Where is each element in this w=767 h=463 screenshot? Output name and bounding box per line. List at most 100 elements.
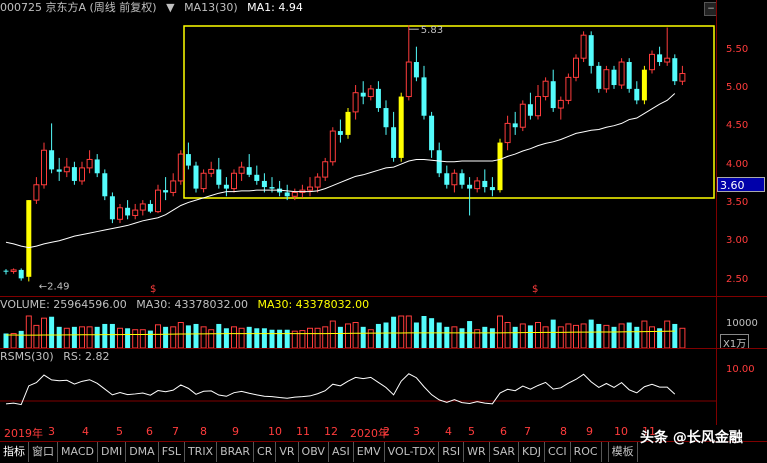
dividend-marker: $ [150,284,156,295]
candle-body [672,58,678,82]
volume-bar [79,326,85,348]
candle-body [223,184,229,189]
volume-bar [649,326,655,348]
candle-body [664,57,671,63]
indicator-tab[interactable]: SAR [490,442,520,462]
indicator-tab[interactable]: TRIX [185,442,218,462]
candle-body [238,166,245,174]
indicator-tab[interactable]: 模板 [609,442,638,462]
ma-line [5,93,676,249]
volume-bar [223,328,229,348]
indicator-tab[interactable]: EMV [354,442,385,462]
time-axis-label: 5 [116,425,123,438]
candle-body [588,35,594,66]
volume-bar [527,325,533,348]
volume-bar [512,326,518,348]
time-axis-label: 9 [586,425,593,438]
volume-bar [155,324,161,348]
volume-bar [269,329,275,348]
indicator-tab[interactable]: DMI [98,442,127,462]
candle-body [550,81,556,109]
volume-bar [25,315,32,348]
indicator-tab[interactable]: OBV [299,442,329,462]
volume-bar [565,323,572,348]
rsms-label: RSMS(30) [0,350,54,363]
indicator-tab[interactable]: ASI [329,442,354,462]
volume-bar [451,326,458,348]
stock-title[interactable]: 000725 京东方A (周线 前复权) [0,1,157,14]
volume-ma30-label-2: MA30: 43378032.00 [257,298,370,311]
indicator-tab[interactable]: FSL [159,442,185,462]
indicator-tab[interactable] [602,442,609,462]
candle-body [519,103,526,128]
volume-bar [231,326,237,348]
candle-body [71,167,77,181]
candle-body [307,186,313,191]
main-header: 000725 京东方A (周线 前复权) ▼ MA13(30) MA1: 4.9… [0,0,309,16]
candle-body [618,61,625,86]
volume-bar [261,328,267,348]
candle-body [383,108,389,128]
volume-bar [109,323,115,348]
volume-bar [345,323,351,348]
indicator-tab[interactable]: ROC [571,442,602,462]
rsms-line [5,373,676,406]
candle-body [79,167,85,182]
time-axis-label: 7 [172,425,179,438]
candle-body [314,176,321,188]
volume-bar [421,316,427,348]
time-axis-label: 6 [146,425,153,438]
time-axis-label: 5 [468,425,475,438]
volume-bar [33,324,40,348]
volume-chart[interactable] [0,313,716,348]
indicator-tab[interactable]: CCI [545,442,571,462]
indicator-tab[interactable]: MACD [58,442,98,462]
candle-body [109,196,115,220]
time-axis-label: 10 [268,425,282,438]
candle-body [63,166,70,173]
volume-label: VOLUME: 25964596.00 [0,298,127,311]
indicator-tab[interactable]: 窗口 [29,442,58,462]
candle-body [375,88,381,109]
indicator-tab[interactable]: BRAR [217,442,255,462]
price-tick: 4.00 [726,158,749,170]
rsms-axis-panel [716,349,767,425]
candle-body [56,169,62,172]
candle-body [117,207,123,220]
indicator-tab[interactable]: VOL-TDX [385,442,440,462]
candle-body [360,92,366,97]
volume-bar [352,322,359,348]
volume-bar [626,322,632,348]
indicator-tab[interactable]: RSI [439,442,465,462]
volume-bar [102,323,108,348]
volume-bar [337,326,343,348]
ma13-label[interactable]: MA13(30) [184,1,238,14]
indicator-tab[interactable]: WR [464,442,490,462]
volume-bar [603,324,610,348]
volume-bar [664,320,671,348]
price-tick: 2.50 [726,273,749,285]
candle-body [489,187,495,191]
volume-bar [322,326,329,348]
candle-body [33,184,40,201]
indicator-tab[interactable]: VR [276,442,299,462]
candlestick-chart[interactable]: 5.83 ←2.49 $ $ [0,16,716,296]
volume-bar [398,315,405,348]
candle-body [216,169,222,185]
volume-bar [71,326,77,348]
candle-body [444,173,450,185]
candle-body [421,77,427,116]
indicator-tab[interactable]: DMA [126,442,159,462]
watermark: 头条 @长风金融 [640,430,743,446]
candle-body [580,34,587,59]
candle-body [634,88,640,101]
candle-body [147,203,153,212]
indicator-tab[interactable]: 指标 [0,442,29,462]
indicator-tab[interactable]: CR [254,442,277,462]
triangle-down-icon[interactable]: ▼ [166,1,174,14]
rsms-chart[interactable] [0,363,716,425]
volume-bar [200,326,207,348]
candle-body [626,62,632,89]
indicator-tab[interactable]: KDJ [519,442,545,462]
volume-bar [391,316,397,348]
